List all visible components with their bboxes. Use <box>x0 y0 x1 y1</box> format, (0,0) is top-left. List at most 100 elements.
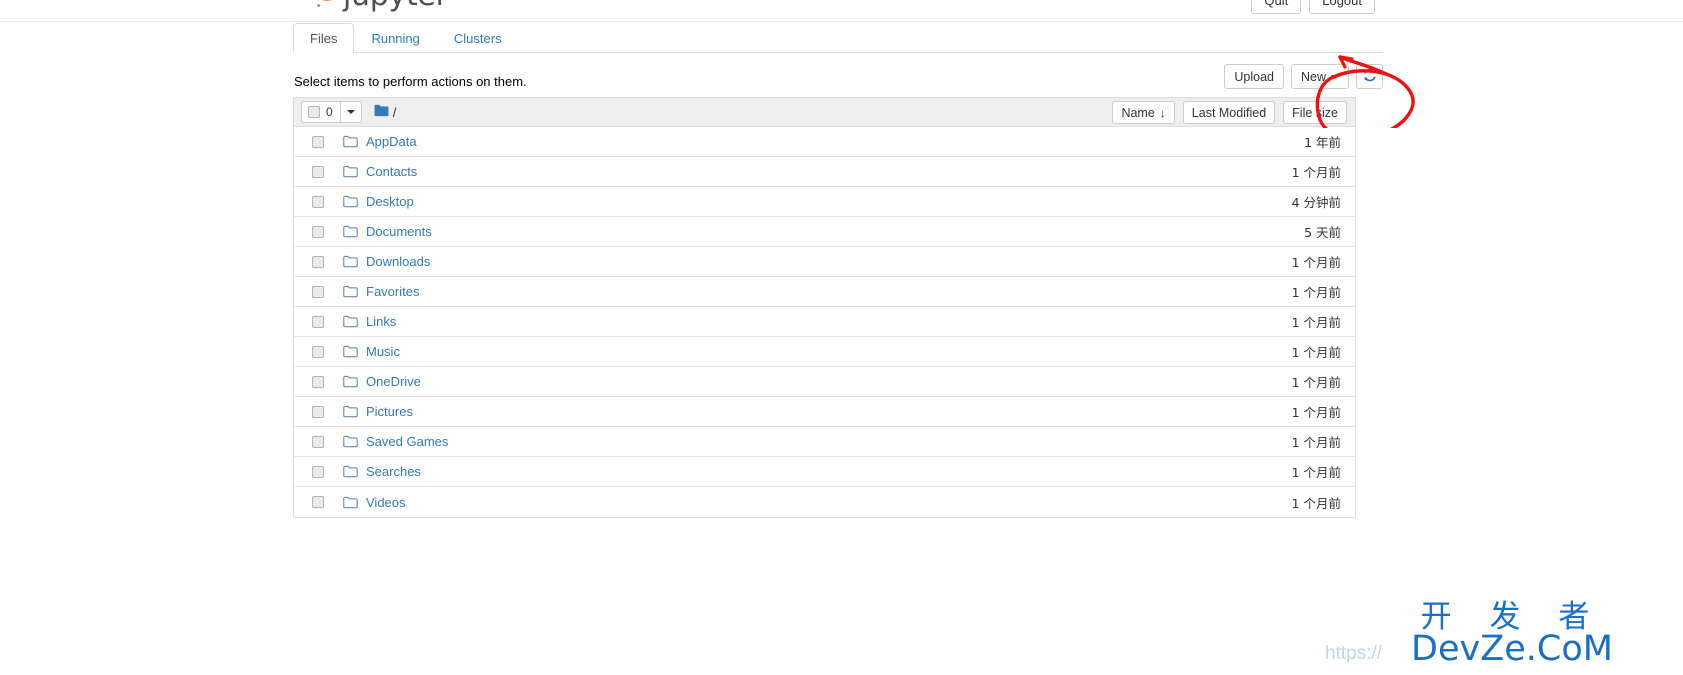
table-row[interactable]: Downloads 1 个月前 <box>294 247 1355 277</box>
row-checkbox[interactable] <box>312 135 324 148</box>
watermark-cn: 开 发 者 <box>1420 599 1604 636</box>
page-header: jupyter Quit Logout <box>0 0 1683 22</box>
brand-text: jupyter <box>343 0 448 11</box>
folder-icon <box>343 435 358 448</box>
table-row[interactable]: Documents 5 天前 <box>294 217 1355 247</box>
row-checkbox[interactable] <box>312 375 324 388</box>
arrow-down-icon: ↓ <box>1159 105 1166 120</box>
watermark: https:// 开 发 者 DevZe.CoM <box>1325 599 1677 669</box>
new-label: New <box>1300 69 1326 84</box>
row-checkbox[interactable] <box>312 496 324 508</box>
sort-name-label: Name <box>1121 105 1155 120</box>
table-row[interactable]: Searches 1 个月前 <box>294 457 1355 487</box>
row-checkbox[interactable] <box>312 345 324 358</box>
last-modified-value: 1 个月前 <box>1291 495 1341 511</box>
sort-by-size-button[interactable]: File size <box>1283 101 1347 124</box>
row-checkbox[interactable] <box>312 465 324 478</box>
selection-dropdown-button[interactable] <box>339 101 362 123</box>
chevron-down-icon <box>346 110 355 114</box>
file-name-link[interactable]: AppData <box>366 134 417 149</box>
files-toolbar: Select items to perform actions on them.… <box>293 53 1383 97</box>
last-modified-value: 1 年前 <box>1304 135 1341 150</box>
table-row[interactable]: Desktop 4 分钟前 <box>294 187 1355 217</box>
file-name-link[interactable]: OneDrive <box>366 374 421 389</box>
folder-icon <box>343 345 358 358</box>
row-checkbox[interactable] <box>312 435 324 448</box>
last-modified-value: 1 个月前 <box>1291 405 1341 420</box>
header-buttons: Quit Logout <box>1251 0 1375 14</box>
folder-icon <box>343 496 358 509</box>
table-row[interactable]: Links 1 个月前 <box>294 307 1355 337</box>
folder-icon <box>343 225 358 238</box>
select-all-group[interactable]: 0 <box>301 101 340 123</box>
sort-controls: Name ↓ Last Modified File size <box>1112 101 1347 124</box>
table-row[interactable]: Contacts 1 个月前 <box>294 157 1355 187</box>
logout-button[interactable]: Logout <box>1309 0 1375 14</box>
folder-icon <box>343 375 358 388</box>
toolbar-actions: Upload New <box>1224 64 1383 89</box>
table-row[interactable]: OneDrive 1 个月前 <box>294 367 1355 397</box>
last-modified-value: 1 个月前 <box>1291 435 1341 450</box>
jupyter-logo-icon <box>314 0 340 11</box>
folder-icon <box>343 405 358 418</box>
file-name-link[interactable]: Documents <box>366 224 432 239</box>
file-name-link[interactable]: Videos <box>366 495 406 510</box>
tab-files[interactable]: Files <box>293 23 355 53</box>
file-name-link[interactable]: Contacts <box>366 164 417 179</box>
folder-icon <box>343 165 358 178</box>
row-checkbox[interactable] <box>312 195 324 208</box>
file-name-link[interactable]: Saved Games <box>366 434 448 449</box>
last-modified-value: 5 天前 <box>1304 225 1341 240</box>
file-name-link[interactable]: Searches <box>366 464 421 479</box>
chevron-down-icon <box>1331 74 1339 79</box>
file-name-link[interactable]: Links <box>366 314 396 329</box>
select-all-checkbox[interactable] <box>308 106 320 118</box>
row-checkbox[interactable] <box>312 315 324 328</box>
row-checkbox[interactable] <box>312 165 324 178</box>
last-modified-value: 1 个月前 <box>1291 255 1341 270</box>
table-row[interactable]: AppData 1 年前 <box>294 127 1355 157</box>
last-modified-value: 1 个月前 <box>1291 315 1341 330</box>
file-name-link[interactable]: Favorites <box>366 284 419 299</box>
table-row[interactable]: Music 1 个月前 <box>294 337 1355 367</box>
refresh-button[interactable] <box>1356 64 1383 89</box>
file-name-link[interactable]: Music <box>366 344 400 359</box>
row-checkbox[interactable] <box>312 225 324 238</box>
table-row[interactable]: Saved Games 1 个月前 <box>294 427 1355 457</box>
quit-button[interactable]: Quit <box>1251 0 1302 14</box>
folder-icon <box>343 195 358 208</box>
last-modified-value: 1 个月前 <box>1291 345 1341 360</box>
row-checkbox[interactable] <box>312 285 324 298</box>
file-name-link[interactable]: Pictures <box>366 404 413 419</box>
sort-by-name-button[interactable]: Name ↓ <box>1112 101 1175 124</box>
table-row[interactable]: Pictures 1 个月前 <box>294 397 1355 427</box>
tab-strip: Files Running Clusters <box>293 22 1383 53</box>
watermark-en: DevZe.CoM <box>1411 629 1613 669</box>
jupyter-brand[interactable]: jupyter <box>314 0 448 18</box>
sort-by-modified-button[interactable]: Last Modified <box>1182 101 1276 124</box>
row-checkbox[interactable] <box>312 405 324 418</box>
file-name-link[interactable]: Downloads <box>366 254 430 269</box>
last-modified-value: 1 个月前 <box>1291 165 1341 180</box>
last-modified-value: 4 分钟前 <box>1291 195 1341 210</box>
selection-controls: 0 <box>301 101 362 123</box>
watermark-url: https:// <box>1325 643 1383 664</box>
file-name-link[interactable]: Desktop <box>366 194 414 209</box>
file-list-header: 0 / Name ↓ Last Modified File size <box>294 98 1355 127</box>
folder-filled-icon <box>374 104 389 120</box>
tab-running[interactable]: Running <box>354 23 436 53</box>
table-row[interactable]: Favorites 1 个月前 <box>294 277 1355 307</box>
new-dropdown-button[interactable]: New <box>1290 64 1349 89</box>
last-modified-value: 1 个月前 <box>1291 375 1341 390</box>
selected-count: 0 <box>326 105 333 119</box>
folder-icon <box>343 315 358 328</box>
row-checkbox[interactable] <box>312 255 324 268</box>
upload-button[interactable]: Upload <box>1224 64 1284 89</box>
main-content: Files Running Clusters Select items to p… <box>293 22 1383 518</box>
tab-clusters[interactable]: Clusters <box>437 23 519 53</box>
file-list: 0 / Name ↓ Last Modified File size AppDa… <box>293 97 1356 518</box>
refresh-icon <box>1363 68 1377 85</box>
table-row[interactable]: Videos 1 个月前 <box>294 487 1355 517</box>
breadcrumb[interactable]: / <box>374 104 397 120</box>
breadcrumb-root[interactable]: / <box>393 105 397 120</box>
